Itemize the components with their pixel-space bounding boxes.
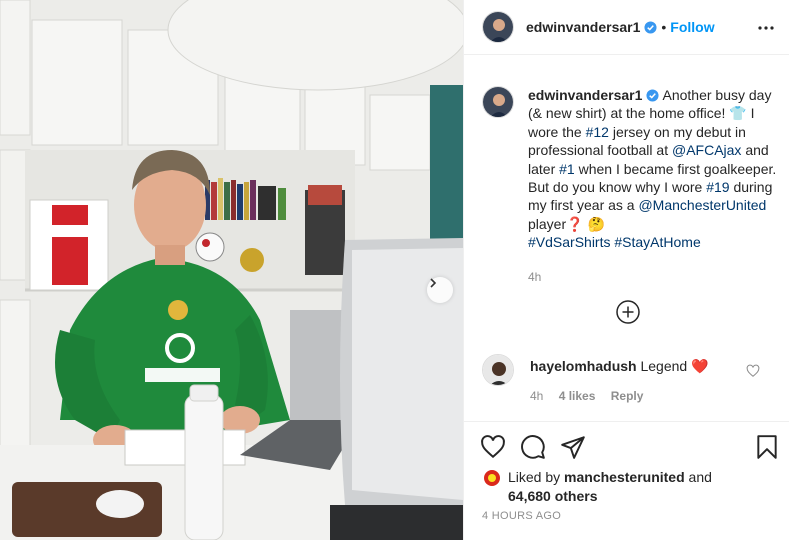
verified-badge-icon xyxy=(644,20,657,34)
avatar-image xyxy=(483,355,513,385)
comment-item: hayelomhadush Legend ❤️ 4h 4 likes Reply xyxy=(482,354,782,403)
more-options-button[interactable] xyxy=(756,18,776,38)
author-avatar[interactable] xyxy=(482,11,514,43)
question-emoji: ❓ xyxy=(566,215,584,232)
hashtag-stayathome[interactable]: #StayAtHome xyxy=(614,234,700,250)
mention-afcajax[interactable]: @AFCAjax xyxy=(672,142,741,158)
hashtag-vdsarshirts[interactable]: #VdSarShirts xyxy=(528,234,610,250)
separator-dot: • xyxy=(661,19,667,35)
post-photo[interactable] xyxy=(0,0,463,540)
liker-username[interactable]: manchesterunited xyxy=(564,469,685,485)
commenter-username[interactable]: hayelomhadush xyxy=(530,358,637,374)
hashtag-19[interactable]: #19 xyxy=(706,179,729,195)
comment-body: hayelomhadush Legend ❤️ 4h 4 likes Reply xyxy=(530,354,709,403)
follow-button[interactable]: Follow xyxy=(670,19,714,35)
manchester-united-crest-icon xyxy=(482,468,502,488)
shirt-emoji: 👕 xyxy=(729,105,747,122)
caption-author-avatar[interactable] xyxy=(482,86,514,118)
post-header: edwinvandersar1 • Follow xyxy=(464,0,789,55)
avatar-image xyxy=(483,12,513,42)
likes-summary: Liked by manchesterunited and 64,680 oth… xyxy=(482,468,738,505)
more-horizontal-icon xyxy=(758,26,774,30)
liker-avatar[interactable] xyxy=(482,468,502,488)
chevron-right-icon xyxy=(430,278,437,288)
heart-emoji: ❤️ xyxy=(691,358,709,374)
avatar-image xyxy=(483,87,513,117)
like-comment-heart-icon[interactable] xyxy=(746,364,760,378)
post-actions-section: Liked by manchesterunited and 64,680 oth… xyxy=(464,421,789,540)
caption-timestamp[interactable]: 4h xyxy=(528,268,778,286)
caption-username[interactable]: edwinvandersar1 xyxy=(528,87,642,103)
author-username[interactable]: edwinvandersar1 xyxy=(526,19,640,35)
comment-timestamp[interactable]: 4h xyxy=(530,389,543,403)
comment-likes[interactable]: 4 likes xyxy=(559,389,596,403)
comment-bubble-icon[interactable] xyxy=(520,434,546,460)
mention-manchesterunited[interactable]: @ManchesterUnited xyxy=(638,197,766,213)
next-photo-button[interactable] xyxy=(427,277,453,303)
action-bar xyxy=(480,434,600,460)
commenter-avatar[interactable] xyxy=(482,354,514,386)
post-caption: edwinvandersar1 Another busy day (& new … xyxy=(482,86,782,286)
load-more-comments-icon[interactable] xyxy=(616,300,640,324)
reply-button[interactable]: Reply xyxy=(611,389,644,403)
share-paper-plane-icon[interactable] xyxy=(560,434,586,460)
instagram-post: edwinvandersar1 • Follow edwinvandersar1… xyxy=(0,0,789,540)
likes-prefix: Liked by xyxy=(508,469,565,485)
photo-illustration xyxy=(0,0,463,540)
verified-badge-icon xyxy=(646,89,659,102)
save-bookmark-icon[interactable] xyxy=(754,434,780,460)
thinking-emoji: 🤔 xyxy=(587,215,605,232)
comment-text: Legend xyxy=(640,358,688,374)
post-details-panel: edwinvandersar1 • Follow edwinvandersar1… xyxy=(463,0,789,540)
likes-count[interactable]: 64,680 others xyxy=(508,488,598,504)
likes-mid: and xyxy=(684,469,712,485)
hashtag-12[interactable]: #12 xyxy=(586,124,609,140)
post-timestamp[interactable]: 4 HOURS AGO xyxy=(482,510,561,522)
hashtag-1[interactable]: #1 xyxy=(559,161,575,177)
like-heart-icon[interactable] xyxy=(480,434,506,460)
caption-text-part: player xyxy=(528,215,567,232)
caption-text: edwinvandersar1 Another busy day (& new … xyxy=(528,86,778,286)
